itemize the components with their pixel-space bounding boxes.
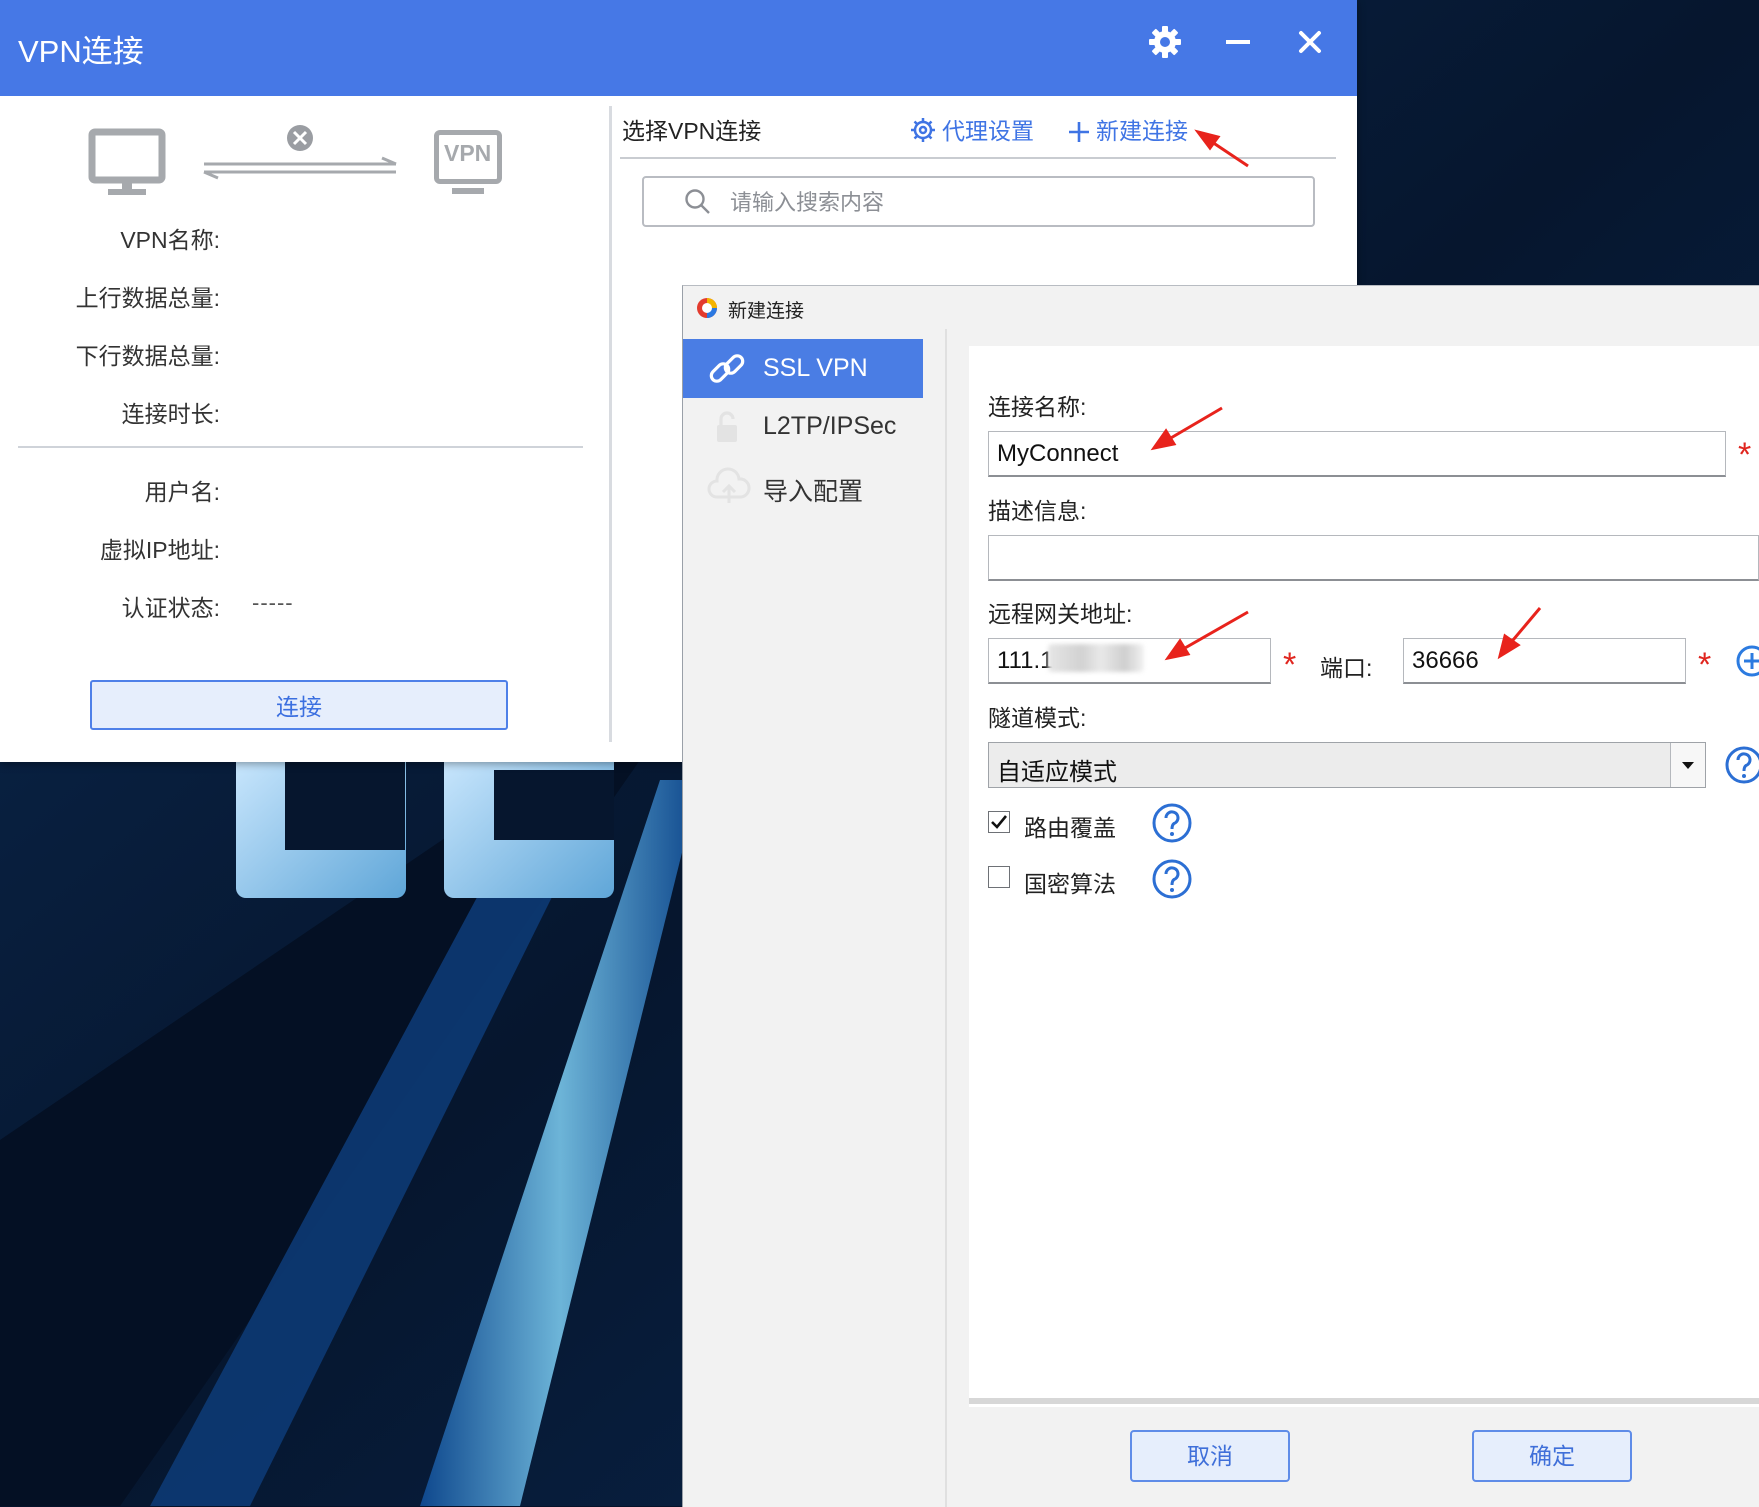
route-override-checkbox[interactable] [988,811,1010,833]
tunnel-mode-select[interactable]: 自适应模式 [988,742,1706,788]
download-total-label: 下行数据总量: [75,343,220,369]
tunnel-help-icon[interactable] [1722,743,1759,787]
sidebar-item-l2tp-ipsec[interactable]: L2TP/IPSec [683,397,923,456]
sm-algorithm-help-icon[interactable] [1151,857,1193,901]
tunnel-mode-label: 隧道模式: [988,705,1087,731]
vpn-window-titlebar[interactable]: VPN连接 [0,0,1357,96]
plus-icon [1069,122,1089,142]
sidebar-divider [945,329,947,1507]
port-label: 端口: [1320,655,1373,681]
new-connection-link[interactable]: 新建连接 [1068,112,1188,146]
sidebar-label-import-config: 导入配置 [763,478,864,506]
gear-outline-icon [911,118,935,142]
connection-name-label: 连接名称: [988,394,1087,420]
new-connection-label: 新建连接 [1096,118,1188,144]
upload-total-label: 上行数据总量: [75,285,220,311]
required-mark: * [1698,646,1712,684]
sidebar-item-import-config[interactable]: 导入配置 [683,457,923,516]
connection-name-input[interactable] [988,431,1726,477]
vpn-badge-text: VPN [444,140,492,166]
auth-status-value: ----- [252,590,294,615]
close-icon[interactable] [1286,18,1334,66]
link-icon [709,354,745,383]
port-input[interactable] [1403,638,1686,684]
cloud-upload-icon [707,467,751,503]
route-override-label: 路由覆盖 [1024,815,1116,841]
required-mark: * [1738,436,1752,474]
search-box[interactable] [642,176,1315,227]
vpn-name-label: VPN名称: [120,227,220,253]
description-input[interactable] [988,535,1759,581]
sidebar-label-ssl-vpn: SSL VPN [763,354,868,382]
sidebar-item-ssl-vpn[interactable]: SSL VPN [683,339,923,398]
dialog-titlebar[interactable]: 新建连接 [683,286,1759,329]
add-gateway-icon[interactable] [1734,642,1759,680]
app-logo-icon [697,298,717,318]
redacted-ip-blur [1048,644,1144,672]
search-icon [685,189,710,214]
form-bottom-divider [969,1398,1759,1404]
connection-type-sidebar: SSL VPN L2TP/IPSec 导入配置 [683,329,945,1507]
tunnel-mode-value: 自适应模式 [997,759,1117,786]
connection-duration-label: 连接时长: [121,401,220,427]
cancel-button[interactable]: 取消 [1130,1430,1290,1482]
dialog-title: 新建连接 [728,301,805,322]
settings-gear-icon[interactable] [1141,18,1189,66]
computer-icon [88,128,166,195]
status-divider [18,446,583,448]
proxy-settings-link[interactable]: 代理设置 [910,112,1034,146]
minimize-icon[interactable] [1214,18,1262,66]
search-input[interactable] [728,186,1292,220]
sm-algorithm-checkbox[interactable] [988,866,1010,888]
sm-algorithm-label: 国密算法 [1024,871,1116,897]
ok-button[interactable]: 确定 [1472,1430,1632,1482]
disconnected-arrows-icon [203,125,397,180]
chevron-down-icon [1682,762,1694,769]
username-label: 用户名: [144,479,220,505]
vpn-server-base [452,188,484,194]
gateway-address-label: 远程网关地址: [988,601,1133,627]
list-header-divider [620,157,1336,159]
virtual-ip-label: 虚拟IP地址: [99,537,220,563]
dropdown-arrow[interactable] [1670,743,1705,787]
sidebar-label-l2tp-ipsec: L2TP/IPSec [763,412,897,440]
route-override-help-icon[interactable] [1151,801,1193,845]
required-mark: * [1283,646,1297,684]
vpn-server-icon: VPN [434,130,502,184]
window-title: VPN连接 [18,34,144,69]
proxy-settings-label: 代理设置 [942,118,1034,144]
panel-divider [609,106,612,742]
description-label: 描述信息: [988,498,1087,524]
lock-icon [717,411,737,442]
auth-status-label: 认证状态: [121,595,220,621]
connect-button[interactable]: 连接 [90,680,508,730]
vpn-list-title: 选择VPN连接 [622,118,762,144]
checkmark-icon [991,815,1008,829]
